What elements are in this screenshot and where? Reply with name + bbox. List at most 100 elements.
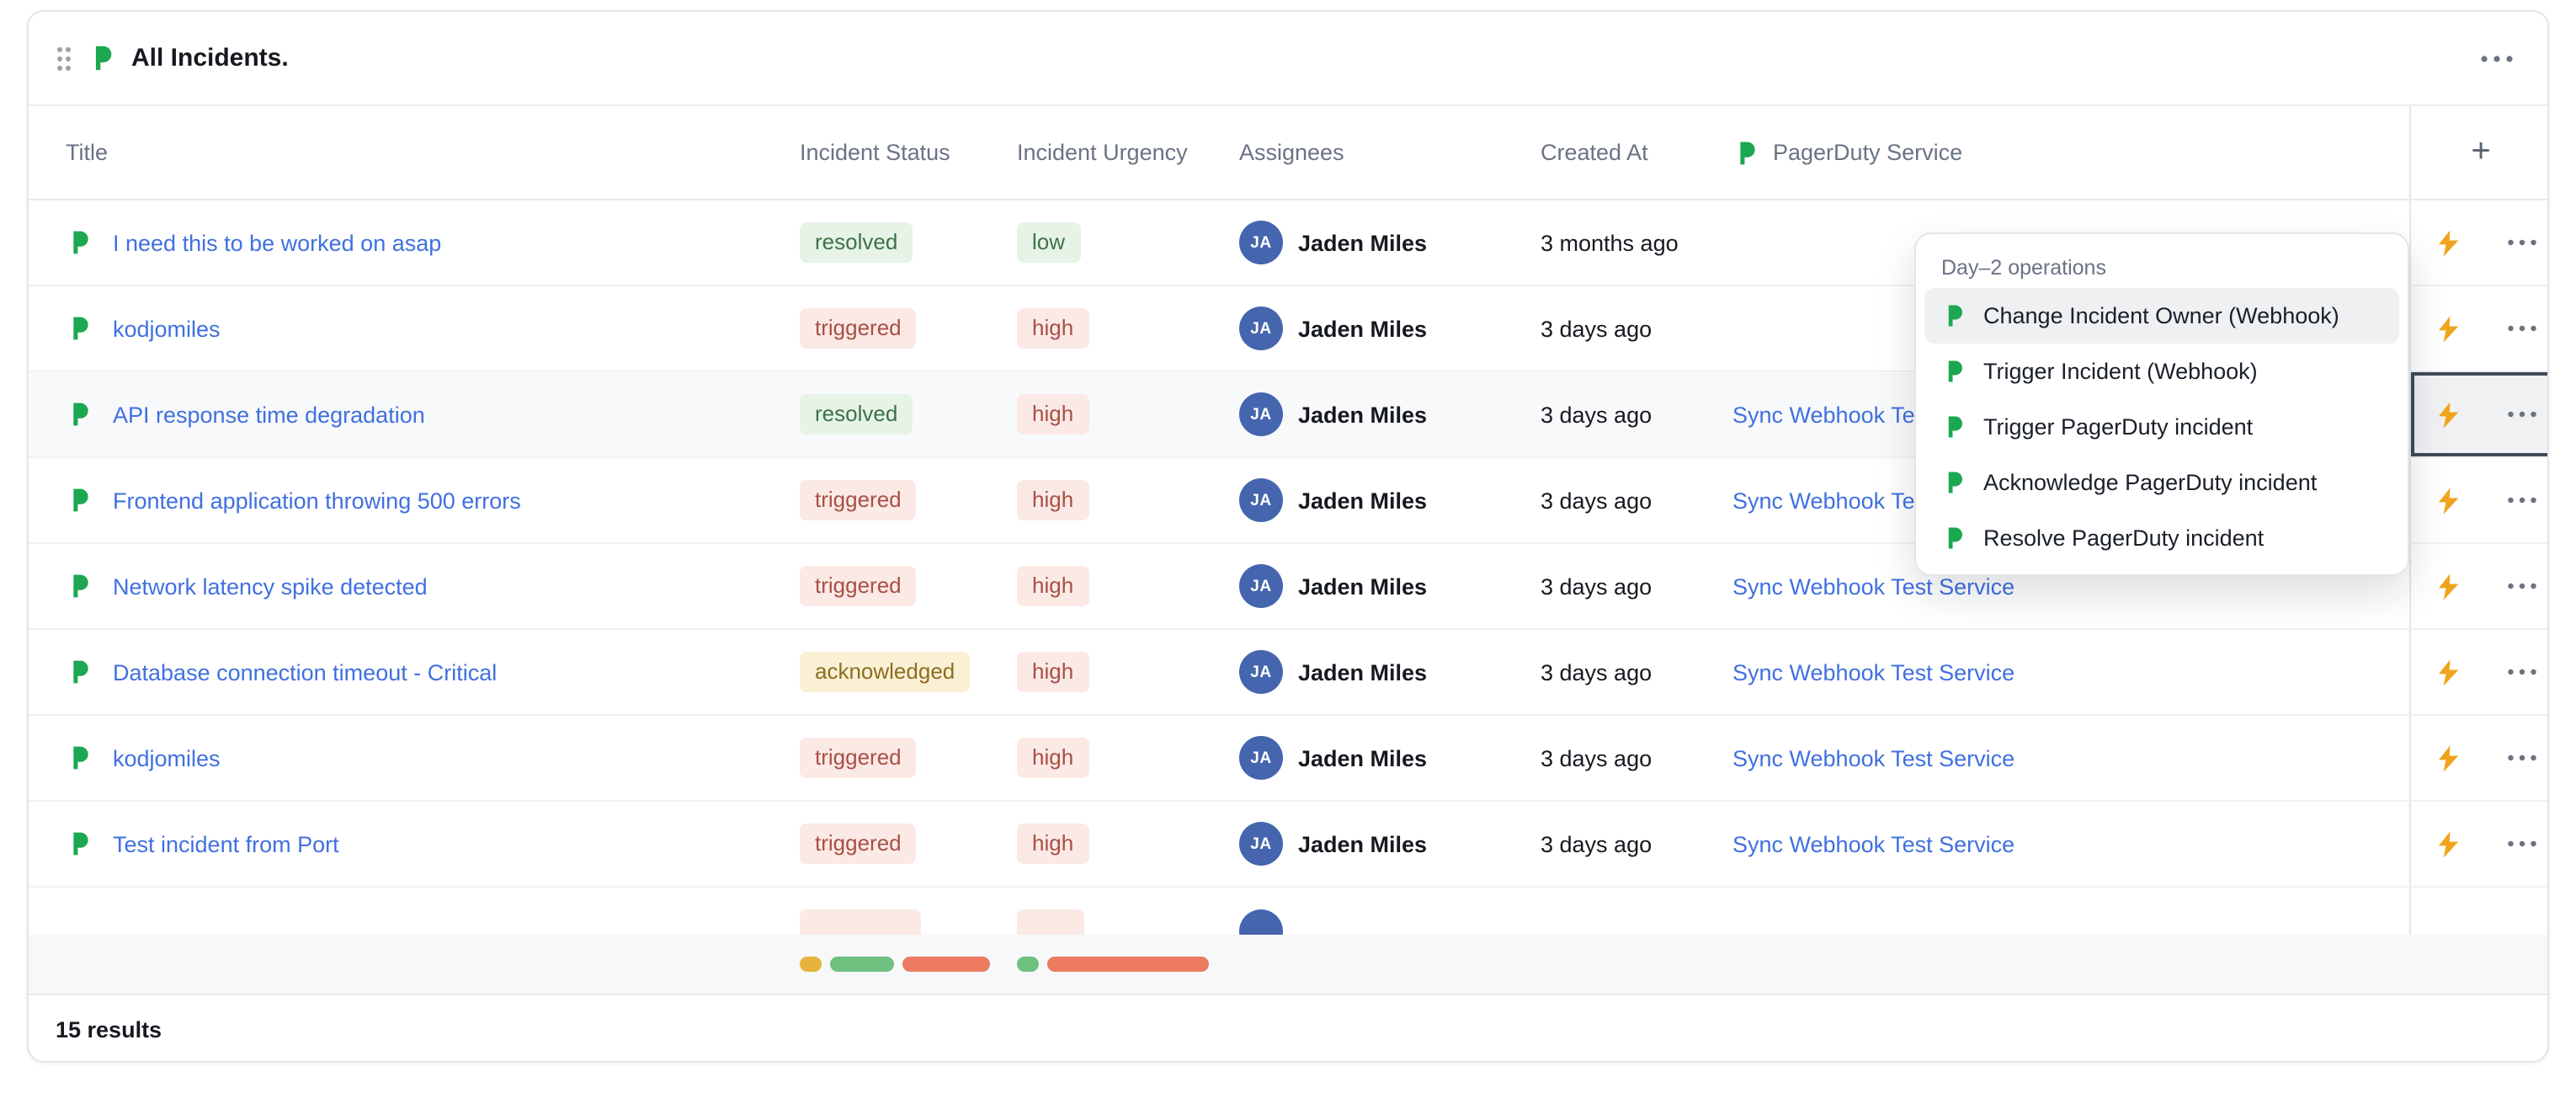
status-badge: triggered: [800, 824, 917, 864]
table-header-row: Title Incident Status Incident Urgency A…: [29, 106, 2547, 200]
incident-title-link[interactable]: Frontend application throwing 500 errors: [113, 488, 521, 513]
urgency-badge: high: [1017, 824, 1088, 864]
table-footer: 15 results: [29, 994, 2547, 1063]
widget-header: All Incidents.: [29, 12, 2547, 106]
created-at: 3 days ago: [1541, 316, 1732, 341]
urgency-badge: high: [1017, 566, 1088, 606]
widget-menu-button[interactable]: [2473, 48, 2520, 68]
pagerduty-service-link[interactable]: Sync Webhook Test Service: [1732, 831, 2014, 856]
pagerduty-icon: [1941, 414, 1967, 440]
drag-handle-icon[interactable]: [56, 45, 72, 72]
assignee-name: Jaden Miles: [1298, 573, 1427, 599]
dropdown-item[interactable]: Trigger Incident (Webhook): [1924, 344, 2399, 399]
column-header-urgency[interactable]: Incident Urgency: [1017, 140, 1239, 165]
column-header-pagerduty-service[interactable]: PagerDuty Service: [1732, 139, 2409, 166]
incident-title-link[interactable]: Network latency spike detected: [113, 573, 428, 599]
assignee-name: Jaden Miles: [1298, 659, 1427, 685]
summary-band: [29, 935, 2547, 994]
status-summary-bars: [800, 957, 990, 972]
row-menu-button[interactable]: [2499, 576, 2543, 596]
pagerduty-icon: [1941, 470, 1967, 495]
day2-operations-dropdown: Day–2 operations Change Incident Owner (…: [1914, 232, 2409, 576]
automations-button[interactable]: [2419, 813, 2479, 874]
assignee-name: Jaden Miles: [1298, 402, 1427, 427]
automations-button[interactable]: [2419, 642, 2479, 702]
row-menu-button[interactable]: [2499, 232, 2543, 253]
avatar: JA: [1239, 478, 1283, 522]
column-header-created-at[interactable]: Created At: [1541, 140, 1732, 165]
incident-title-link[interactable]: Database connection timeout - Critical: [113, 659, 497, 685]
incident-title-link[interactable]: kodjomiles: [113, 316, 221, 341]
assignee-name: Jaden Miles: [1298, 230, 1427, 255]
page: All Incidents. Title Incident Status Inc…: [0, 0, 2576, 1093]
pagerduty-service-link[interactable]: Sync Webhook Test Service: [1732, 745, 2014, 770]
pagerduty-icon: [66, 573, 93, 600]
automations-button[interactable]: [2419, 556, 2479, 616]
add-column-cell: +: [2409, 106, 2549, 199]
status-badge: triggered: [800, 566, 917, 606]
row-menu-button[interactable]: [2499, 490, 2543, 510]
incident-title-link[interactable]: Test incident from Port: [113, 831, 339, 856]
pagerduty-icon: [66, 487, 93, 514]
table-row: Database connection timeout - Critical a…: [29, 630, 2547, 716]
avatar: JA: [1239, 650, 1283, 694]
created-at: 3 days ago: [1541, 831, 1732, 856]
add-property-button[interactable]: +: [2464, 126, 2497, 179]
status-badge: resolved: [800, 394, 913, 435]
created-at: 3 days ago: [1541, 488, 1732, 513]
avatar: JA: [1239, 392, 1283, 436]
automations-button[interactable]: [2419, 470, 2479, 531]
status-badge: triggered: [800, 308, 917, 349]
avatar: JA: [1239, 221, 1283, 264]
incident-title-link[interactable]: kodjomiles: [113, 745, 221, 770]
status-badge: triggered: [800, 480, 917, 520]
column-header-title[interactable]: Title: [29, 140, 800, 165]
pagerduty-service-link[interactable]: Sync Webhook Test Service: [1732, 659, 2014, 685]
assignee-name: Jaden Miles: [1298, 488, 1427, 513]
urgency-badge: high: [1017, 394, 1088, 435]
created-at: 3 days ago: [1541, 402, 1732, 427]
dropdown-header: Day–2 operations: [1924, 243, 2399, 288]
column-header-status[interactable]: Incident Status: [800, 140, 1017, 165]
pagerduty-icon: [66, 315, 93, 342]
status-badge: triggered: [800, 738, 917, 778]
column-header-assignees[interactable]: Assignees: [1239, 140, 1541, 165]
row-menu-button[interactable]: [2499, 404, 2543, 424]
pagerduty-icon: [1941, 303, 1967, 328]
dropdown-item[interactable]: Resolve PagerDuty incident: [1924, 510, 2399, 566]
pagerduty-icon: [66, 401, 93, 428]
pagerduty-icon: [1732, 139, 1759, 166]
pagerduty-icon: [66, 658, 93, 685]
avatar: JA: [1239, 564, 1283, 608]
incident-title-link[interactable]: API response time degradation: [113, 402, 425, 427]
automations-button[interactable]: [2419, 212, 2479, 273]
created-at: 3 days ago: [1541, 659, 1732, 685]
dropdown-item[interactable]: Acknowledge PagerDuty incident: [1924, 455, 2399, 510]
pagerduty-icon: [88, 44, 116, 72]
pagerduty-icon: [66, 830, 93, 857]
partial-table-row: [29, 888, 2547, 935]
assignee-name: Jaden Miles: [1298, 831, 1427, 856]
assignee-name: Jaden Miles: [1298, 316, 1427, 341]
avatar: JA: [1239, 822, 1283, 866]
avatar: JA: [1239, 307, 1283, 350]
automations-button[interactable]: [2419, 384, 2479, 445]
dropdown-item[interactable]: Change Incident Owner (Webhook): [1924, 288, 2399, 344]
created-at: 3 days ago: [1541, 745, 1732, 770]
widget-title: All Incidents.: [131, 44, 289, 72]
results-count: 15 results: [56, 1017, 162, 1042]
row-menu-button[interactable]: [2499, 834, 2543, 854]
created-at: 3 months ago: [1541, 230, 1732, 255]
pagerduty-icon: [66, 229, 93, 256]
status-badge: [800, 909, 921, 935]
row-menu-button[interactable]: [2499, 318, 2543, 339]
row-menu-button[interactable]: [2499, 662, 2543, 682]
all-incidents-widget: All Incidents. Title Incident Status Inc…: [27, 10, 2549, 1063]
automations-button[interactable]: [2419, 298, 2479, 359]
automations-button[interactable]: [2419, 728, 2479, 788]
row-menu-button[interactable]: [2499, 748, 2543, 768]
pagerduty-service-link[interactable]: Sync Webhook Test Service: [1732, 573, 2014, 599]
table-row: Test incident from Port triggered high J…: [29, 802, 2547, 888]
dropdown-item[interactable]: Trigger PagerDuty incident: [1924, 399, 2399, 455]
incident-title-link[interactable]: I need this to be worked on asap: [113, 230, 441, 255]
